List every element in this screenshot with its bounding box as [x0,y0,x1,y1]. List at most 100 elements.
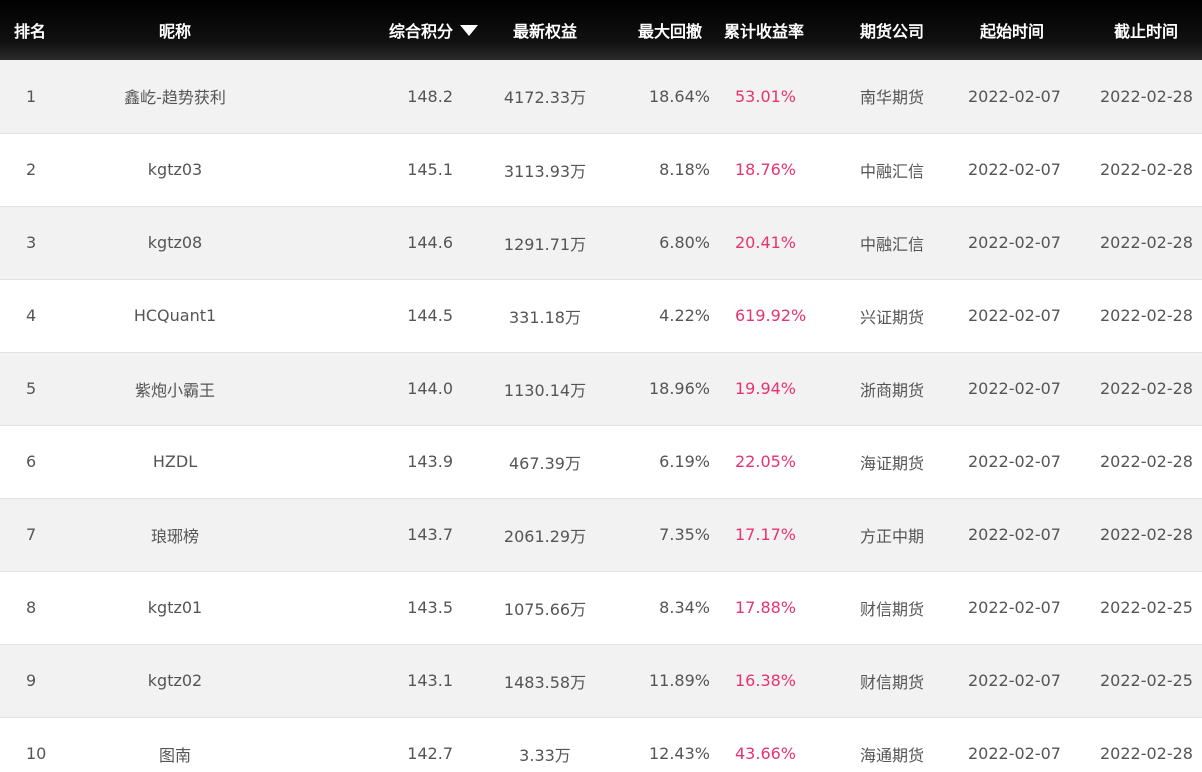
score-cell: 144.6 [266,205,498,279]
header-rank[interactable]: 排名 [0,0,84,60]
nickname-cell: 琅琊榜 [84,497,266,571]
table-row[interactable]: 9 kgtz02 143.1 1483.58万 11.89% 16.38% 财信期货 2022… [0,643,1202,717]
nickname-cell: 鑫屹-趋势获利 [124,88,226,108]
header-equity[interactable]: 最新权益 [498,0,592,60]
end-date-cell: 2022-02-28 [1080,278,1202,352]
score-cell: 145.1 [266,132,498,206]
equity-cell: 331.18万 [498,278,592,352]
header-score[interactable]: 综合积分 [266,0,498,60]
start-date-cell: 2022-02-07 [968,132,1080,206]
nickname-cell: kgtz02 [84,643,266,717]
drawdown-cell: 8.18% [592,132,724,206]
end-date-cell: 2022-02-28 [1100,86,1193,106]
equity-cell: 3.33万 [498,716,592,772]
header-return[interactable]: 累计收益率 [724,0,816,60]
return-cell: 17.88% [724,570,816,644]
table-row[interactable]: 4 HCQuant1 144.5 331.18万 4.22% 619.92% 兴证期货 202… [0,278,1202,352]
end-date-cell: 2022-02-25 [1080,643,1202,717]
start-date-cell: 2022-02-07 [968,716,1080,772]
rank-cell: 1 [26,86,37,106]
end-date-cell: 2022-02-28 [1080,205,1202,279]
drawdown-cell: 6.80% [592,205,724,279]
company-cell: 中融汇信 [816,205,968,279]
company-cell: 方正中期 [816,497,968,571]
drawdown-cell: 4.22% [592,278,724,352]
rank-cell: 9 [0,643,84,717]
score-cell: 143.9 [266,424,498,498]
header-nickname[interactable]: 昵称 [84,0,266,60]
start-date-cell: 2022-02-07 [968,424,1080,498]
company-cell: 海证期货 [816,424,968,498]
header-drawdown[interactable]: 最大回撤 [592,0,724,60]
drawdown-cell: 12.43% [592,716,724,772]
end-date-cell: 2022-02-28 [1080,497,1202,571]
return-cell: 53.01% [735,86,797,106]
header-row: 排名 昵称 综合积分 最新权益 最大回撤 累计收益率 期货公司 起始时间 截止时… [0,0,1202,60]
company-cell: 中融汇信 [816,132,968,206]
company-cell: 财信期货 [816,570,968,644]
table-row[interactable]: 1 鑫屹-趋势获利 148.2 4172.33万 18.64% 53.01% 南华期货 202… [0,60,1202,133]
rank-cell: 5 [0,351,84,425]
header-end[interactable]: 截止时间 [1080,0,1202,60]
return-cell: 22.05% [724,424,816,498]
return-cell: 16.38% [724,643,816,717]
company-cell: 兴证期货 [816,278,968,352]
end-date-cell: 2022-02-28 [1080,716,1202,772]
table-row[interactable]: 5 紫炮小霸王 144.0 1130.14万 18.96% 19.94% 浙商期货 2022-… [0,351,1202,425]
table-row[interactable]: 7 琅琊榜 143.7 2061.29万 7.35% 17.17% 方正中期 2022-02-… [0,497,1202,571]
start-date-cell: 2022-02-07 [968,497,1080,571]
start-date-cell: 2022-02-07 [968,278,1080,352]
company-cell: 浙商期货 [816,351,968,425]
nickname-cell: kgtz08 [84,205,266,279]
return-cell: 18.76% [724,132,816,206]
table-row[interactable]: 2 kgtz03 145.1 3113.93万 8.18% 18.76% 中融汇信 2022-… [0,132,1202,206]
caret-down-icon[interactable] [460,25,478,36]
table-row[interactable]: 8 kgtz01 143.5 1075.66万 8.34% 17.88% 财信期货 2022-… [0,570,1202,644]
nickname-cell: kgtz01 [84,570,266,644]
start-date-cell: 2022-02-07 [968,643,1080,717]
table-header: 排名 昵称 综合积分 最新权益 最大回撤 累计收益率 期货公司 起始时间 截止时… [0,0,1202,60]
equity-cell: 1075.66万 [498,570,592,644]
drawdown-cell: 11.89% [592,643,724,717]
score-cell: 143.7 [266,497,498,571]
header-company[interactable]: 期货公司 [816,0,968,60]
score-cell: 144.5 [266,278,498,352]
equity-cell: 1130.14万 [498,351,592,425]
return-cell: 20.41% [724,205,816,279]
nickname-cell: HZDL [84,424,266,498]
drawdown-cell: 6.19% [592,424,724,498]
nickname-cell: 紫炮小霸王 [84,351,266,425]
end-date-cell: 2022-02-28 [1080,132,1202,206]
start-date-cell: 2022-02-07 [968,570,1080,644]
equity-cell: 3113.93万 [498,132,592,206]
company-cell: 南华期货 [859,88,924,108]
end-date-cell: 2022-02-28 [1080,351,1202,425]
equity-cell: 2061.29万 [498,497,592,571]
end-date-cell: 2022-02-28 [1080,424,1202,498]
equity-cell: 467.39万 [498,424,592,498]
drawdown-cell: 18.64% [648,86,710,106]
table-row[interactable]: 3 kgtz08 144.6 1291.71万 6.80% 20.41% 中融汇信 2022-… [0,205,1202,279]
rank-cell: 4 [0,278,84,352]
equity-cell: 1483.58万 [498,643,592,717]
score-cell: 148.2 [407,86,453,106]
nickname-cell: kgtz03 [84,132,266,206]
rank-cell: 7 [0,497,84,571]
rank-cell: 2 [0,132,84,206]
drawdown-cell: 18.96% [592,351,724,425]
score-cell: 143.1 [266,643,498,717]
return-cell: 17.17% [724,497,816,571]
return-cell: 619.92% [724,278,816,352]
header-start[interactable]: 起始时间 [968,0,1080,60]
return-cell: 43.66% [724,716,816,772]
score-cell: 142.7 [266,716,498,772]
table-row[interactable]: 10 图南 142.7 3.33万 12.43% 43.66% 海通期货 2022-02-07… [0,716,1202,772]
company-cell: 海通期货 [816,716,968,772]
nickname-cell: 图南 [84,716,266,772]
company-cell: 财信期货 [816,643,968,717]
nickname-cell: HCQuant1 [84,278,266,352]
rank-cell: 8 [0,570,84,644]
start-date-cell: 2022-02-07 [968,351,1080,425]
score-cell: 144.0 [266,351,498,425]
table-row[interactable]: 6 HZDL 143.9 467.39万 6.19% 22.05% 海证期货 2022-02-… [0,424,1202,498]
